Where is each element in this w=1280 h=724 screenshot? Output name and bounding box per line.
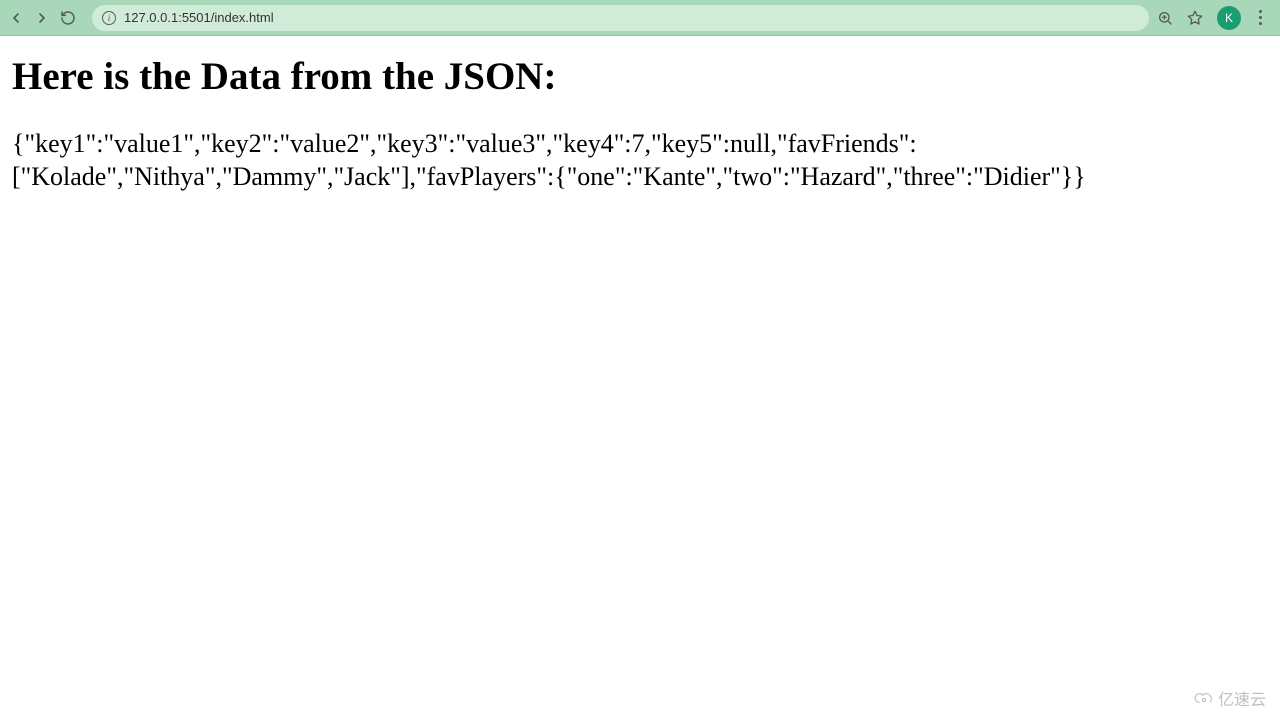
- avatar-letter: K: [1225, 11, 1233, 25]
- profile-avatar[interactable]: K: [1217, 6, 1241, 30]
- back-button[interactable]: [8, 10, 24, 26]
- nav-buttons: [8, 10, 76, 26]
- menu-button[interactable]: [1255, 10, 1266, 25]
- bookmark-star-icon[interactable]: [1187, 10, 1203, 26]
- browser-toolbar: i 127.0.0.1:5501/index.html K: [0, 0, 1280, 36]
- toolbar-right: K: [1157, 6, 1272, 30]
- watermark-text: 亿速云: [1218, 686, 1266, 710]
- watermark: 亿速云: [1194, 686, 1266, 710]
- site-info-icon[interactable]: i: [102, 11, 116, 25]
- forward-button[interactable]: [34, 10, 50, 26]
- address-bar[interactable]: i 127.0.0.1:5501/index.html: [92, 5, 1149, 31]
- url-text: 127.0.0.1:5501/index.html: [124, 10, 274, 25]
- zoom-icon[interactable]: [1157, 10, 1173, 26]
- reload-button[interactable]: [60, 10, 76, 26]
- json-output: {"key1":"value1","key2":"value2","key3":…: [12, 127, 1162, 194]
- page-content: Here is the Data from the JSON: {"key1":…: [0, 36, 1280, 212]
- page-heading: Here is the Data from the JSON:: [12, 54, 1268, 99]
